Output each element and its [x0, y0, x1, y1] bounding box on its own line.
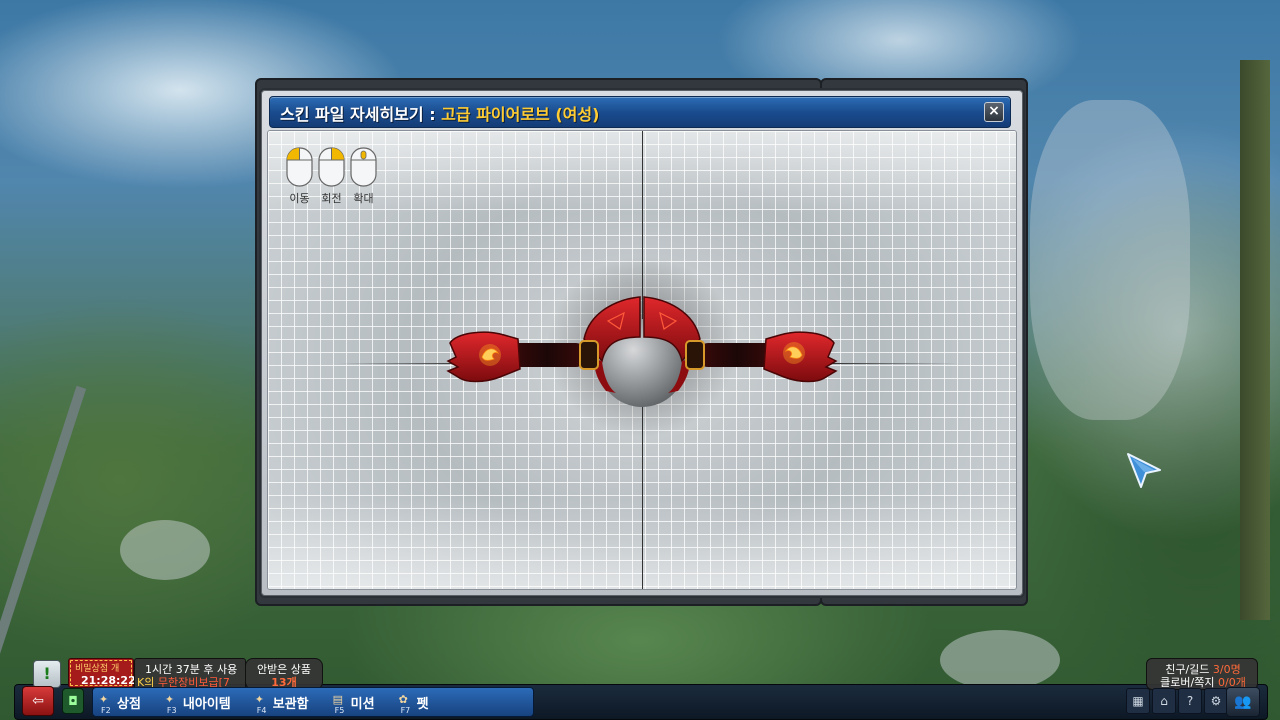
hotkey-label: F7	[400, 706, 411, 715]
background-tree	[1240, 60, 1270, 620]
menu-label: 펫	[416, 696, 429, 712]
home-button[interactable]: ⌂	[1152, 688, 1176, 714]
close-button[interactable]: ×	[984, 102, 1004, 122]
background-pole	[0, 385, 87, 675]
close-icon: ×	[988, 103, 1000, 119]
glove-right	[763, 331, 838, 383]
exit-door-icon: ⇦	[32, 693, 44, 709]
dialog-title-bar[interactable]: 스킨 파일 자세히보기 : 고급 파이어로브 (여성) ×	[269, 96, 1011, 128]
cuff-left	[579, 340, 599, 370]
menu-storage[interactable]: ✦ F4 보관함	[249, 688, 327, 716]
dialog-title-prefix: 스킨 파일 자세히보기 :	[280, 105, 442, 124]
menu-label: 내아이템	[182, 696, 231, 712]
friends-button[interactable]: 👥	[1226, 687, 1260, 717]
hotkey-label: F3	[166, 706, 177, 715]
hotkey-label: F2	[101, 706, 111, 715]
buff-timer-notice[interactable]: 1시간 37분 후 사용 K의 무한장비보급[7	[134, 658, 246, 690]
model-preview-viewport[interactable]: 이동 회전 확대	[267, 130, 1017, 590]
storage-icon: ✦	[254, 693, 264, 706]
menu-pet[interactable]: ✿ F7 펫	[393, 688, 447, 716]
glove-model-preview	[446, 257, 838, 437]
home-icon: ⌂	[1160, 694, 1168, 708]
skin-detail-dialog: 스킨 파일 자세히보기 : 고급 파이어로브 (여성) × 이동 회전 확대	[259, 88, 1025, 598]
cuff-right	[685, 340, 705, 370]
menu-label: 미션	[350, 696, 375, 712]
alert-icon: !	[43, 664, 51, 683]
hotkey-label: F4	[256, 706, 267, 715]
inventory-bag-button[interactable]: ◘	[62, 688, 84, 714]
alert-button[interactable]: !	[33, 660, 61, 688]
my-items-icon: ✦	[164, 693, 175, 706]
background-cliff	[1030, 100, 1190, 420]
secret-shop-notice[interactable]: 비밀상점 개 21:28:22	[68, 658, 136, 688]
secret-shop-timer: 21:28:22	[81, 674, 136, 687]
mouse-cursor-icon	[1127, 453, 1161, 488]
calendar-icon: ▦	[1132, 694, 1144, 708]
help-icon: ?	[1186, 694, 1194, 708]
glove-left	[446, 331, 521, 383]
background-rock	[940, 630, 1060, 690]
item-name: 고급 파이어로브 (여성)	[441, 105, 600, 124]
menu-label: 보관함	[272, 696, 309, 712]
calendar-button[interactable]: ▦	[1126, 688, 1150, 714]
bag-icon: ◘	[68, 694, 78, 708]
menu-my-items[interactable]: ✦ F3 내아이템	[159, 688, 249, 716]
exit-button[interactable]: ⇦	[22, 686, 54, 716]
hotkey-label: F5	[334, 706, 345, 715]
menu-shop[interactable]: ✦ F2 상점	[93, 688, 159, 716]
system-tools: ▦ ⌂ ? ⚙	[1126, 688, 1228, 714]
settings-button[interactable]: ⚙	[1204, 688, 1228, 714]
main-menu-bar: ✦ F2 상점 ✦ F3 내아이템 ✦ F4 보관함 ▤ F5 미션 ✿ F7 …	[92, 687, 534, 717]
background-rock	[120, 520, 210, 580]
dialog-title: 스킨 파일 자세히보기 : 고급 파이어로브 (여성)	[280, 101, 599, 125]
secret-shop-title: 비밀상점 개	[75, 664, 120, 674]
help-button[interactable]: ?	[1178, 688, 1202, 714]
friends-icon: 👥	[1234, 694, 1252, 710]
gear-icon: ⚙	[1210, 694, 1222, 708]
pet-icon: ✿	[398, 693, 408, 706]
unclaimed-gifts-notice[interactable]: 안받은 상품 13개	[245, 658, 323, 690]
shop-icon: ✦	[99, 693, 109, 706]
social-status-box[interactable]: 친구/길드 3/0명 클로버/쪽지 0/0개	[1146, 658, 1258, 690]
menu-mission[interactable]: ▤ F5 미션	[327, 688, 393, 716]
mission-icon: ▤	[332, 693, 344, 706]
menu-label: 상점	[117, 696, 141, 712]
